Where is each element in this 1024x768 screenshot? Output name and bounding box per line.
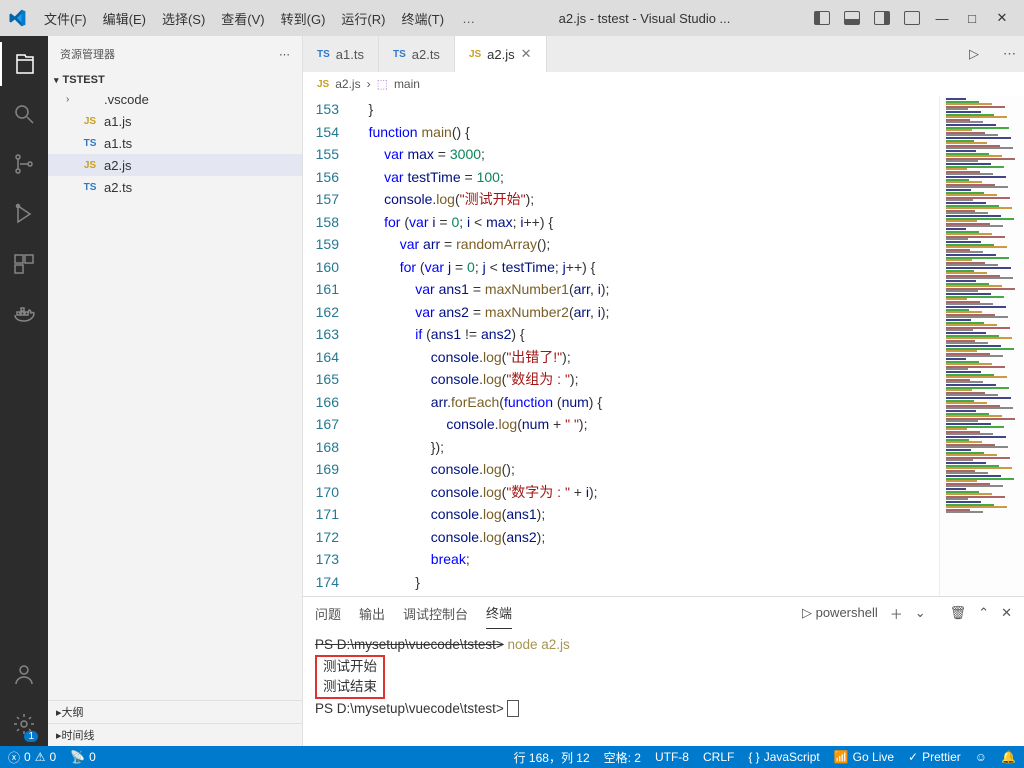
js-file-icon: JS bbox=[317, 79, 329, 90]
panel-close-icon[interactable]: ✕ bbox=[1001, 605, 1012, 621]
file-item[interactable]: TSa1.ts bbox=[48, 132, 302, 154]
status-golive[interactable]: 📶 Go Live bbox=[834, 749, 894, 766]
activity-settings[interactable]: 1 bbox=[0, 702, 48, 746]
window-minimize[interactable]: — bbox=[928, 6, 956, 30]
timeline-section[interactable]: ▸时间线 bbox=[48, 723, 302, 746]
menu-overflow[interactable]: … bbox=[456, 11, 481, 26]
status-ports[interactable]: 📡 0 bbox=[70, 750, 96, 764]
folder-section-header[interactable]: ▾ TSTEST bbox=[48, 72, 302, 88]
title-bar: 文件(F)编辑(E)选择(S)查看(V)转到(G)运行(R)终端(T) … a2… bbox=[0, 0, 1024, 36]
layout-bottom-icon[interactable] bbox=[838, 6, 866, 30]
editor-tabs: TSa1.tsTSa2.tsJSa2.js✕ ▷ ⋯ bbox=[303, 36, 1024, 72]
code-editor[interactable]: } function main() { var max = 3000; var … bbox=[353, 96, 939, 596]
editor-tab[interactable]: TSa1.ts bbox=[303, 36, 379, 72]
status-language[interactable]: { } JavaScript bbox=[748, 749, 819, 766]
status-feedback-icon[interactable]: ☺ bbox=[975, 749, 987, 766]
ts-file-icon: TS bbox=[82, 182, 98, 193]
menu-item[interactable]: 转到(G) bbox=[273, 5, 334, 32]
breadcrumb[interactable]: JS a2.js › ⬚ main bbox=[303, 72, 1024, 96]
file-item[interactable]: ›.vscode bbox=[48, 88, 302, 110]
terminal-body[interactable]: PS D:\mysetup\vuecode\tstest> node a2.js… bbox=[303, 629, 1024, 746]
activity-search[interactable] bbox=[0, 92, 48, 136]
menu-item[interactable]: 运行(R) bbox=[333, 5, 393, 32]
terminal-highlight-box: 测试开始 测试结束 bbox=[315, 655, 385, 699]
js-file-icon: JS bbox=[82, 116, 98, 127]
window-title: a2.js - tstest - Visual Studio ... bbox=[485, 11, 804, 26]
editor-area: TSa1.tsTSa2.tsJSa2.js✕ ▷ ⋯ JS a2.js › ⬚ … bbox=[303, 36, 1024, 746]
panel-tab-terminal[interactable]: 终端 bbox=[486, 597, 512, 629]
window-maximize[interactable]: □ bbox=[958, 6, 986, 30]
cube-icon: ⬚ bbox=[377, 77, 388, 91]
js-file-icon: JS bbox=[82, 160, 98, 171]
panel-tab-problems[interactable]: 问题 bbox=[315, 598, 341, 629]
panel-tab-debug[interactable]: 调试控制台 bbox=[403, 598, 468, 629]
editor-tab[interactable]: TSa2.ts bbox=[379, 36, 455, 72]
outline-section[interactable]: ▸大纲 bbox=[48, 700, 302, 723]
status-prettier[interactable]: ✓ Prettier bbox=[908, 749, 961, 766]
layout-custom-icon[interactable] bbox=[898, 6, 926, 30]
file-item[interactable]: TSa2.ts bbox=[48, 176, 302, 198]
file-item[interactable]: JSa2.js bbox=[48, 154, 302, 176]
sidebar-title: 资源管理器 bbox=[60, 46, 115, 62]
line-gutter: 1531541551561571581591601611621631641651… bbox=[303, 96, 353, 596]
activity-account[interactable] bbox=[0, 652, 48, 696]
file-item[interactable]: JSa1.js bbox=[48, 110, 302, 132]
menu-item[interactable]: 终端(T) bbox=[393, 5, 452, 32]
bottom-panel: 问题 输出 调试控制台 终端 ▷ powershell ＋ ⌄ 🗑 ⌃ ✕ PS… bbox=[303, 596, 1024, 746]
ts-file-icon: TS bbox=[82, 138, 98, 149]
activity-run[interactable] bbox=[0, 192, 48, 236]
activity-scm[interactable] bbox=[0, 142, 48, 186]
status-spaces[interactable]: 空格: 2 bbox=[604, 749, 641, 766]
status-bell-icon[interactable]: 🔔 bbox=[1001, 749, 1016, 766]
ts-file-icon: TS bbox=[393, 49, 406, 60]
status-cursor[interactable]: 行 168，列 12 bbox=[514, 749, 590, 766]
status-eol[interactable]: CRLF bbox=[703, 749, 734, 766]
terminal-kill-icon[interactable]: 🗑 bbox=[950, 605, 967, 621]
editor-tab[interactable]: JSa2.js✕ bbox=[455, 36, 547, 72]
activity-docker[interactable] bbox=[0, 292, 48, 336]
tab-close-icon[interactable]: ✕ bbox=[521, 46, 532, 62]
activity-bar: 1 bbox=[0, 36, 48, 746]
vscode-logo-icon bbox=[8, 9, 26, 27]
layout-left-icon[interactable] bbox=[808, 6, 836, 30]
menu-item[interactable]: 选择(S) bbox=[154, 5, 213, 32]
terminal-split-dropdown-icon[interactable]: ⌄ bbox=[915, 605, 926, 621]
menu-item[interactable]: 查看(V) bbox=[213, 5, 272, 32]
activity-extensions[interactable] bbox=[0, 242, 48, 286]
chevron-down-icon: ▾ bbox=[54, 75, 59, 86]
panel-maximize-icon[interactable]: ⌃ bbox=[978, 605, 989, 621]
layout-right-icon[interactable] bbox=[868, 6, 896, 30]
settings-badge: 1 bbox=[24, 731, 38, 742]
terminal-new-icon[interactable]: ＋ bbox=[890, 604, 903, 623]
minimap[interactable] bbox=[939, 96, 1024, 596]
status-bar: ⓧ 0 ⚠ 0 📡 0 行 168，列 12 空格: 2 UTF-8 CRLF … bbox=[0, 746, 1024, 768]
window-close[interactable]: ✕ bbox=[988, 6, 1016, 30]
activity-explorer[interactable] bbox=[0, 42, 48, 86]
terminal-profile[interactable]: ▷ powershell bbox=[802, 605, 878, 621]
explorer-sidebar: 资源管理器 ⋯ ▾ TSTEST ›.vscodeJSa1.jsTSa1.tsJ… bbox=[48, 36, 303, 746]
editor-more-icon[interactable]: ⋯ bbox=[1003, 46, 1016, 62]
menu-item[interactable]: 文件(F) bbox=[36, 5, 95, 32]
terminal-cursor bbox=[507, 700, 519, 717]
menu-item[interactable]: 编辑(E) bbox=[95, 5, 154, 32]
panel-tab-output[interactable]: 输出 bbox=[359, 598, 385, 629]
status-errors[interactable]: ⓧ 0 ⚠ 0 bbox=[8, 749, 56, 766]
js-file-icon: JS bbox=[469, 49, 481, 60]
ts-file-icon: TS bbox=[317, 49, 330, 60]
status-encoding[interactable]: UTF-8 bbox=[655, 749, 689, 766]
sidebar-more-icon[interactable]: ⋯ bbox=[279, 48, 290, 61]
run-icon[interactable]: ▷ bbox=[969, 46, 979, 62]
